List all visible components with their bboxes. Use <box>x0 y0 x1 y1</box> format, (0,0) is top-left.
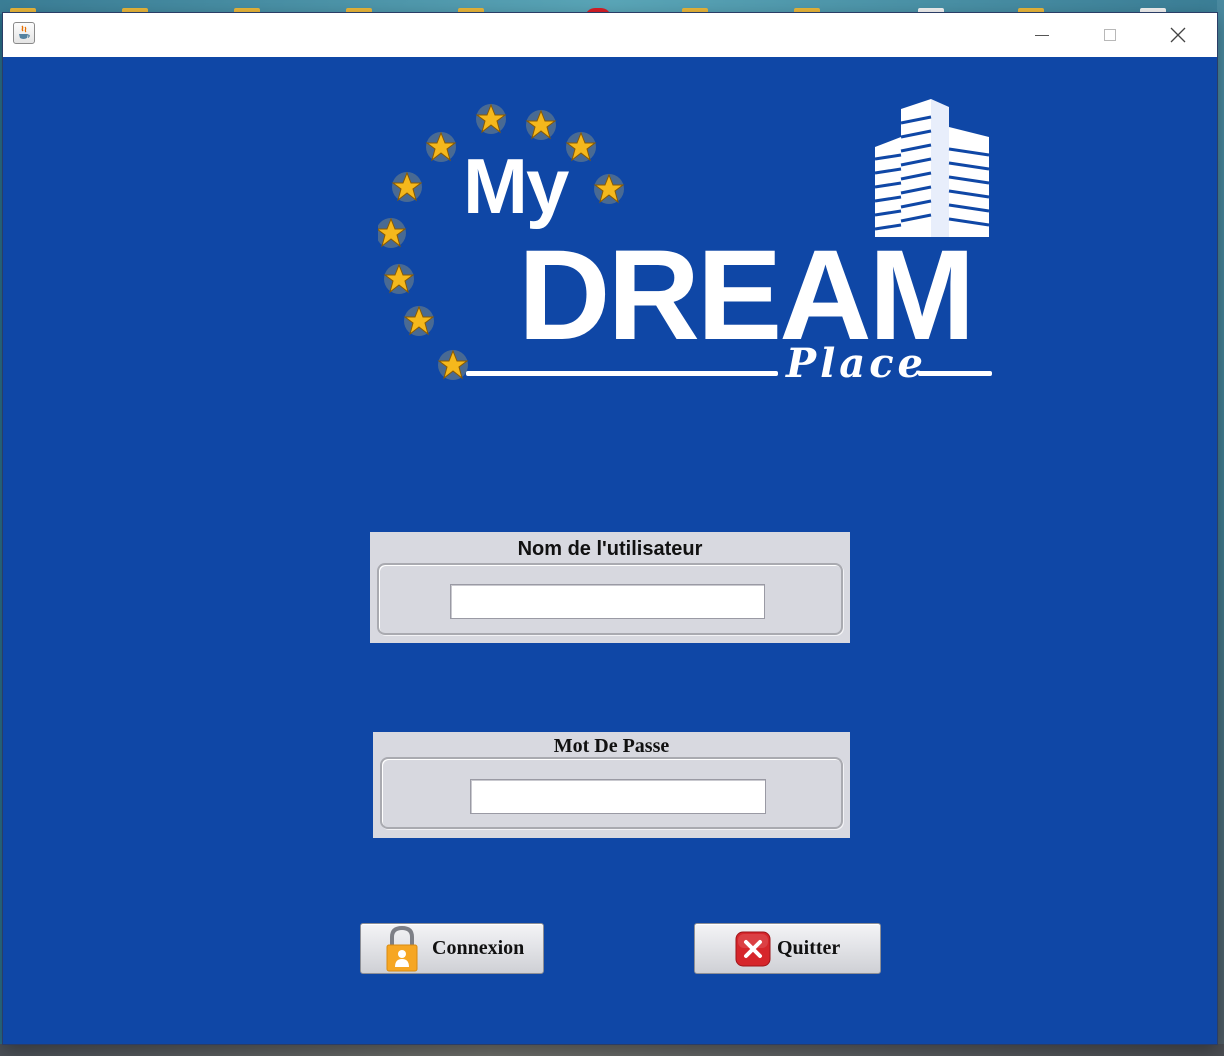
star-icon <box>403 305 435 336</box>
close-button[interactable] <box>1144 13 1212 57</box>
star-icon <box>525 109 557 140</box>
logo-my-text: My <box>463 142 569 230</box>
password-panel: Mot De Passe <box>373 732 850 838</box>
star-icon <box>383 263 415 294</box>
connexion-label: Connexion <box>432 937 525 959</box>
star-icon <box>378 217 407 248</box>
username-input[interactable] <box>450 584 765 619</box>
connexion-button[interactable]: Connexion <box>360 923 544 974</box>
building-icon <box>874 99 990 237</box>
star-icon <box>475 103 507 134</box>
title-bar[interactable] <box>3 13 1217 57</box>
desktop-background <box>0 0 1224 18</box>
maximize-button[interactable] <box>1076 13 1144 57</box>
minimize-icon <box>1035 35 1049 36</box>
star-icon <box>565 131 597 162</box>
star-icon <box>437 349 469 380</box>
login-window: My DREAM Place Nom de l'utilisateur Mot … <box>3 13 1217 1044</box>
quitter-button[interactable]: Quitter <box>694 923 881 974</box>
password-input[interactable] <box>470 779 766 814</box>
star-icon <box>425 131 457 162</box>
star-icon <box>593 173 625 204</box>
desktop-background-bottom <box>0 1044 1224 1056</box>
username-panel: Nom de l'utilisateur <box>370 532 850 643</box>
java-cup-icon[interactable] <box>13 22 35 44</box>
star-icon <box>391 171 423 202</box>
password-label: Mot De Passe <box>553 735 670 757</box>
logo-underline <box>918 371 992 376</box>
minimize-button[interactable] <box>1008 13 1076 57</box>
logo-underline <box>466 371 778 376</box>
desktop-background-right <box>1217 0 1224 1056</box>
close-icon <box>1170 27 1186 43</box>
username-label: Nom de l'utilisateur <box>517 538 703 560</box>
logo-place-text: Place <box>786 340 927 387</box>
maximize-icon <box>1104 29 1116 41</box>
window-content: My DREAM Place Nom de l'utilisateur Mot … <box>3 57 1217 1044</box>
red-x-icon <box>735 931 771 967</box>
quitter-label: Quitter <box>777 937 841 959</box>
padlock-user-icon <box>386 925 418 972</box>
my-dream-place-logo: My DREAM Place <box>378 92 998 412</box>
